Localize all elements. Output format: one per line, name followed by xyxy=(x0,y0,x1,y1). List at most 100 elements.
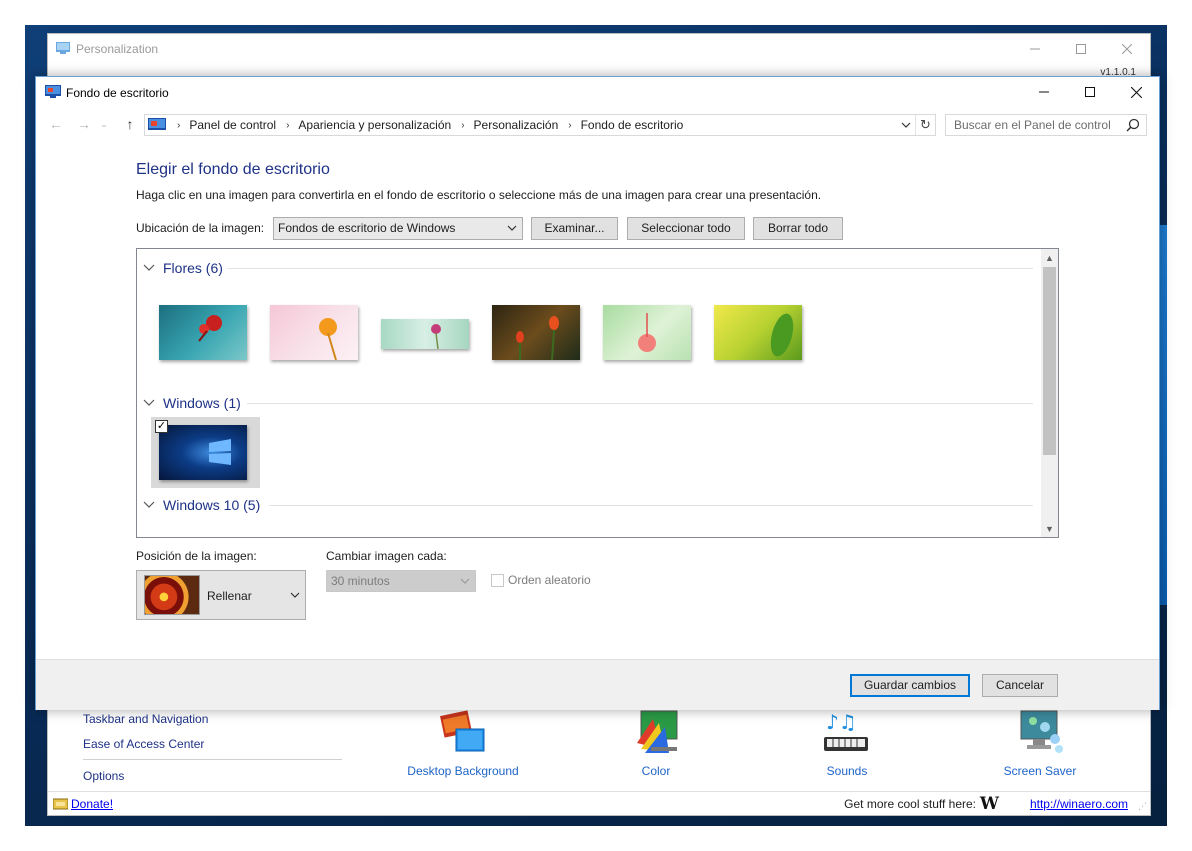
window-titlebar[interactable]: Fondo de escritorio xyxy=(36,77,1159,107)
breadcrumb: › Panel de control › Apariencia y person… xyxy=(167,115,683,135)
clear-all-button[interactable]: Borrar todo xyxy=(753,217,843,240)
group-header-windows[interactable]: Windows (1) xyxy=(143,393,241,413)
chevron-down-icon: ⌄ xyxy=(100,118,108,129)
options-link[interactable]: Options xyxy=(83,769,124,783)
green-leaf-image xyxy=(770,313,794,357)
crumb-fondo-de-escritorio[interactable]: Fondo de escritorio xyxy=(581,118,684,132)
screen-saver-icon xyxy=(1020,710,1063,753)
address-bar[interactable]: › Panel de control › Apariencia y person… xyxy=(144,114,936,136)
pink-flower-image xyxy=(431,324,441,350)
chevron-down-icon xyxy=(460,578,470,584)
resize-grip[interactable]: ⋰ xyxy=(1138,801,1147,812)
position-value: Rellenar xyxy=(207,589,252,603)
scroll-up-icon: ▲ xyxy=(1045,252,1054,263)
personalization-title: Personalization xyxy=(76,42,159,56)
position-preview-image xyxy=(144,575,200,615)
ease-of-access-link[interactable]: Ease of Access Center xyxy=(83,737,204,751)
minimize-icon xyxy=(1039,91,1049,93)
personalization-titlebar[interactable]: Personalization xyxy=(48,34,1150,64)
tulips-image xyxy=(516,316,559,361)
personalization-app-icon xyxy=(56,42,70,54)
crumb-apariencia[interactable]: Apariencia y personalización xyxy=(298,118,451,132)
back-close-button[interactable] xyxy=(1104,34,1150,64)
group-name: Windows (1) xyxy=(163,395,241,411)
orange-flower-image xyxy=(319,318,337,361)
address-dropdown-button[interactable] xyxy=(897,115,915,135)
position-label: Posición de la imagen: xyxy=(136,549,257,563)
side-separator xyxy=(83,759,342,760)
desktop-background-label: Desktop Background xyxy=(407,764,519,778)
breadcrumb-separator-icon: › xyxy=(177,119,181,131)
screen-saver-tool[interactable]: Screen Saver xyxy=(970,709,1110,779)
wallpaper-thumbnail[interactable] xyxy=(603,305,691,360)
scroll-up-button[interactable]: ▲ xyxy=(1041,249,1058,266)
color-tool[interactable]: Color xyxy=(586,709,726,779)
select-all-button[interactable]: Seleccionar todo xyxy=(627,217,745,240)
crumb-personalizacion[interactable]: Personalización xyxy=(474,118,559,132)
control-panel-icon xyxy=(148,118,166,130)
scrollbar-thumb[interactable] xyxy=(1043,267,1056,455)
back-maximize-button[interactable] xyxy=(1058,34,1104,64)
back-button[interactable]: ← xyxy=(46,114,66,134)
breadcrumb-separator-icon: › xyxy=(461,119,465,131)
desktop-background-tool[interactable]: Desktop Background xyxy=(393,709,533,779)
more-stuff-text: Get more cool stuff here: xyxy=(844,797,976,811)
arrow-up-icon: ↑ xyxy=(126,116,134,132)
selected-checkbox[interactable]: ✓ xyxy=(155,420,168,433)
save-changes-button[interactable]: Guardar cambios xyxy=(850,674,970,697)
forward-button[interactable]: → xyxy=(74,114,94,134)
interval-value: 30 minutos xyxy=(331,574,390,588)
taskbar-navigation-link[interactable]: Taskbar and Navigation xyxy=(83,712,208,726)
donate-link[interactable]: Donate! xyxy=(71,797,113,811)
winaero-logo: W xyxy=(979,794,999,814)
back-minimize-button[interactable] xyxy=(1012,34,1058,64)
cancel-button[interactable]: Cancelar xyxy=(982,674,1058,697)
sounds-tool[interactable]: ♪♫ Sounds xyxy=(777,709,917,779)
recent-locations-button[interactable]: ⌄ xyxy=(98,114,110,134)
search-input[interactable] xyxy=(946,115,1122,135)
maximize-icon xyxy=(1076,44,1086,54)
chevron-down-icon xyxy=(901,122,911,128)
page-description: Haga clic en una imagen para convertirla… xyxy=(136,188,822,202)
crumb-panel-de-control[interactable]: Panel de control xyxy=(189,118,276,132)
location-select[interactable]: Fondos de escritorio de Windows xyxy=(273,217,523,240)
up-button[interactable]: ↑ xyxy=(120,114,140,134)
arrow-right-icon: → xyxy=(77,116,91,132)
interval-select[interactable]: 30 minutos xyxy=(326,570,476,592)
shuffle-checkbox[interactable] xyxy=(491,574,504,587)
search-box[interactable] xyxy=(945,114,1147,136)
svg-text:♪♫: ♪♫ xyxy=(826,710,857,734)
position-select[interactable]: Rellenar xyxy=(136,570,306,620)
maximize-button[interactable] xyxy=(1067,77,1113,107)
search-icon xyxy=(1126,118,1140,132)
desktop-background-icon xyxy=(440,710,485,752)
chevron-down-icon xyxy=(507,225,517,231)
group-divider xyxy=(269,505,1033,506)
arrow-left-icon: ← xyxy=(49,116,63,132)
browse-button[interactable]: Examinar... xyxy=(531,217,618,240)
location-value: Fondos de escritorio de Windows xyxy=(278,221,456,235)
group-header-flores[interactable]: Flores (6) xyxy=(143,258,223,278)
maximize-icon xyxy=(1085,87,1095,97)
winaero-link[interactable]: http://winaero.com xyxy=(1030,797,1128,811)
wallpaper-thumbnail[interactable] xyxy=(159,305,247,360)
desktop-background-window: Fondo de escritorio ← → ⌄ ↑ › Panel de c… xyxy=(35,76,1160,710)
breadcrumb-separator-icon: › xyxy=(568,119,572,131)
wallpaper-thumbnail[interactable] xyxy=(381,319,469,350)
page-title: Elegir el fondo de escritorio xyxy=(136,161,330,178)
minimize-button[interactable] xyxy=(1021,77,1067,107)
group-divider xyxy=(227,268,1033,269)
group-name: Windows 10 (5) xyxy=(163,497,261,513)
music-notes-icon: ♪♫ xyxy=(824,710,868,751)
refresh-button[interactable]: ↻ xyxy=(915,115,935,135)
donate-icon xyxy=(53,798,68,810)
wallpaper-thumbnail[interactable] xyxy=(492,305,580,361)
scroll-down-icon: ▼ xyxy=(1045,523,1054,534)
vertical-scrollbar[interactable]: ▲ ▼ xyxy=(1041,249,1058,537)
close-button[interactable] xyxy=(1113,77,1159,107)
wallpaper-thumbnail[interactable] xyxy=(714,305,802,360)
wallpaper-thumbnail-windows[interactable] xyxy=(159,425,247,480)
scroll-down-button[interactable]: ▼ xyxy=(1041,520,1058,537)
wallpaper-thumbnail[interactable] xyxy=(270,305,358,361)
group-header-windows-10[interactable]: Windows 10 (5) xyxy=(143,495,260,515)
